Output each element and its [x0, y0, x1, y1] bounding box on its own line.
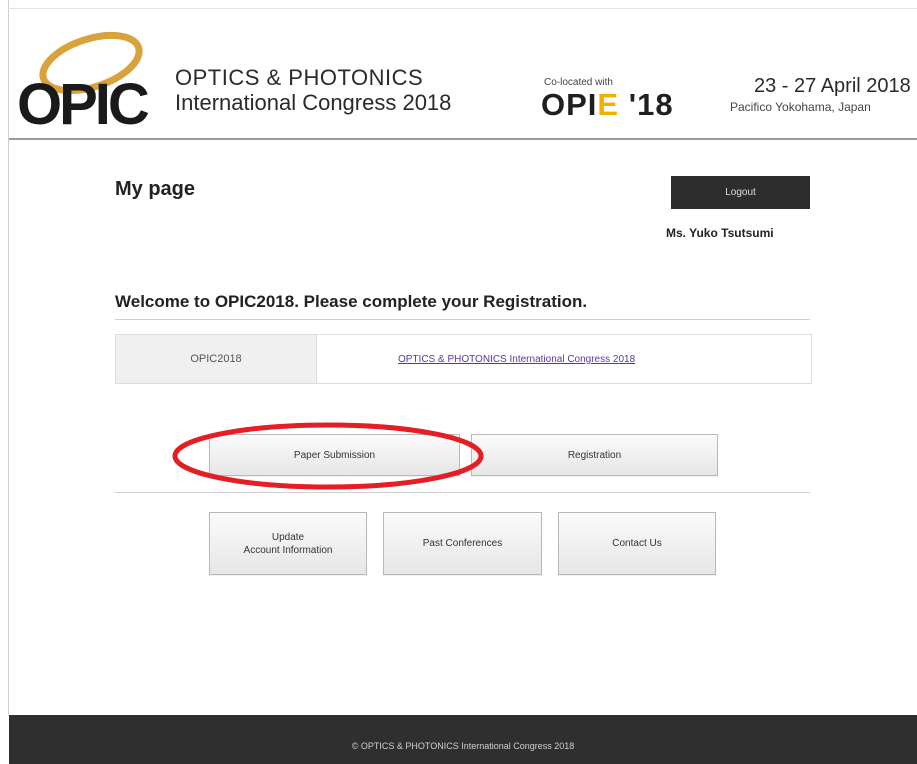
site-footer: © OPTICS & PHOTONICS International Congr… [9, 715, 917, 764]
update-account-label: Update Account Information [244, 531, 333, 557]
brand-subtitle: International Congress 2018 [175, 90, 452, 115]
welcome-divider [115, 319, 810, 320]
conference-link[interactable]: OPTICS & PHOTONICS International Congres… [398, 354, 635, 365]
logo-text: OPIC [17, 72, 150, 137]
event-venue: Pacifico Yokohama, Japan [730, 100, 871, 114]
past-conferences-button[interactable]: Past Conferences [383, 512, 542, 575]
brand-title: OPTICS & PHOTONICS [175, 65, 424, 90]
opie-logo: OPIE '18 [541, 87, 674, 123]
update-label-line1: Update [271, 531, 305, 543]
welcome-heading: Welcome to OPIC2018. Please complete you… [115, 292, 588, 311]
paper-submission-button[interactable]: Paper Submission [209, 434, 460, 476]
header-divider [9, 138, 917, 140]
logout-button[interactable]: Logout [671, 176, 810, 209]
buttons-divider [115, 492, 810, 493]
page-title: My page [115, 178, 196, 200]
opie-prefix: OPI [541, 87, 598, 122]
update-label-line2: Account Information [243, 544, 333, 556]
footer-copyright: © OPTICS & PHOTONICS International Congr… [351, 741, 575, 751]
contact-us-button[interactable]: Contact Us [558, 512, 716, 575]
site-header: OPIC OPTICS & PHOTONICS International Co… [9, 9, 917, 139]
opie-suffix: '18 [619, 87, 674, 122]
registration-button[interactable]: Registration [471, 434, 718, 476]
event-dates: 23 - 27 April 2018 [754, 75, 911, 97]
user-name: Ms. Yuko Tsutsumi [666, 226, 774, 240]
conference-code: OPIC2018 [116, 335, 317, 383]
opie-e: E [597, 87, 620, 122]
opic-logo: OPIC [9, 31, 169, 137]
update-account-button[interactable]: Update Account Information [209, 512, 367, 575]
conference-row: OPIC2018 OPTICS & PHOTONICS Internationa… [115, 334, 812, 384]
